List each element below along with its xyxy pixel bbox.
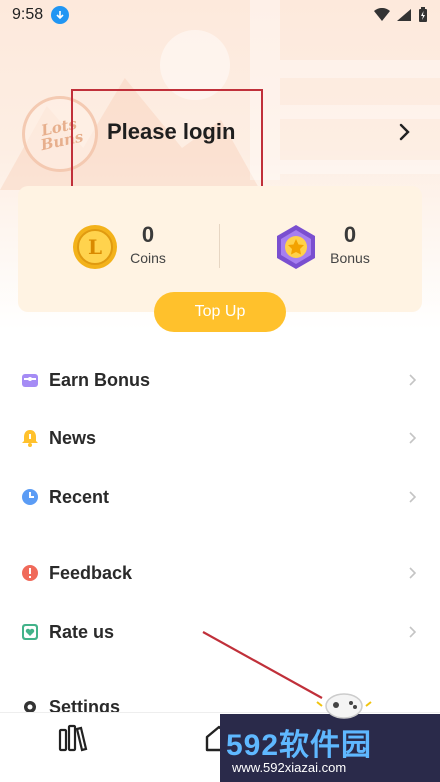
alert-icon — [22, 565, 38, 581]
coins-label: Coins — [130, 250, 166, 266]
wifi-icon — [374, 8, 390, 21]
download-icon — [51, 6, 70, 24]
bonus-label: Bonus — [330, 250, 370, 266]
bonus-value: 0 — [343, 222, 357, 247]
chevron-right-icon — [409, 491, 416, 503]
menu-label: Earn Bonus — [49, 369, 151, 390]
profile-page: 9:58 Lots Buns Please login L 0 Coins 0 B… — [0, 0, 440, 782]
menu-item-feedback[interactable]: Feedback — [0, 548, 440, 598]
watermark-title: 592软件园 — [226, 729, 373, 762]
top-up-button[interactable]: Top Up — [154, 292, 286, 332]
watermark-url: www.592xiazai.com — [232, 760, 347, 775]
menu-label: Rate us — [49, 621, 115, 642]
menu-item-earn-bonus[interactable]: Earn Bonus — [0, 355, 440, 405]
gift-icon — [22, 374, 38, 387]
coins-value: 0 — [141, 222, 155, 247]
wallet-divider — [219, 224, 220, 268]
menu-label: News — [49, 427, 97, 448]
menu-item-news[interactable]: News — [0, 413, 440, 463]
chevron-right-icon — [409, 567, 416, 579]
status-time: 9:58 — [12, 6, 44, 23]
menu-item-recent[interactable]: Recent — [0, 472, 440, 522]
chevron-right-icon[interactable] — [398, 122, 412, 142]
heart-icon — [22, 624, 38, 640]
game-controller-icon[interactable] — [314, 686, 374, 720]
menu-label: Feedback — [49, 562, 133, 583]
chevron-right-icon — [409, 626, 416, 638]
battery-icon — [419, 7, 427, 22]
chevron-right-icon — [409, 432, 416, 444]
bonus-star-icon — [277, 225, 315, 269]
clock-icon — [22, 489, 38, 505]
coin-icon: L — [73, 225, 117, 269]
menu-label: Recent — [49, 486, 110, 507]
menu-item-rate-us[interactable]: Rate us — [0, 607, 440, 657]
library-icon[interactable] — [58, 724, 88, 752]
bell-icon — [22, 430, 38, 447]
svg-text:L: L — [88, 235, 102, 259]
signal-icon — [397, 9, 411, 21]
chevron-right-icon — [409, 374, 416, 386]
status-bar: 9:58 — [0, 0, 440, 30]
